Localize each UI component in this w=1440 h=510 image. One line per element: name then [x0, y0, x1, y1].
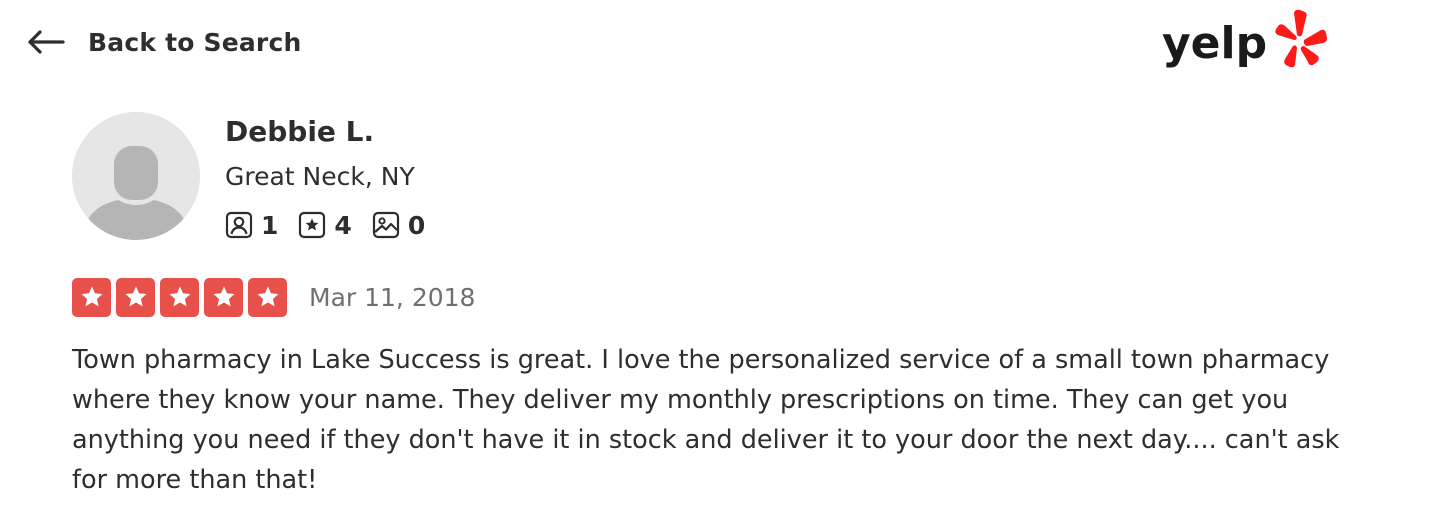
star-icon [72, 277, 111, 317]
reviewer-card: Debbie L. Great Neck, NY 1 4 0 [72, 112, 772, 252]
back-to-search-link[interactable]: Back to Search [28, 22, 301, 62]
rating-row: Mar 11, 2018 [72, 277, 475, 317]
reviewer-stats: 1 4 0 [225, 208, 445, 242]
top-bar: Back to Search yelp [0, 0, 1440, 85]
back-to-search-label: Back to Search [88, 27, 302, 57]
yelp-logo[interactable]: yelp [1160, 6, 1330, 70]
photos-count: 0 [407, 210, 426, 240]
default-user-avatar[interactable] [72, 112, 200, 240]
reviewer-name[interactable]: Debbie L. [225, 112, 374, 152]
star-rating [72, 277, 292, 317]
reviews-count: 4 [334, 210, 352, 240]
reviews-stat: 4 [298, 210, 352, 240]
star-icon [116, 277, 155, 317]
left-arrow-icon [28, 30, 66, 54]
yelp-burst-icon [1275, 9, 1327, 68]
star-icon [204, 277, 243, 317]
star-icon [160, 277, 199, 317]
review-text: Town pharmacy in Lake Success is great. … [72, 345, 1340, 495]
friends-stat: 1 [225, 211, 278, 240]
photos-icon [372, 211, 399, 239]
reviewer-location: Great Neck, NY [225, 162, 415, 191]
reviews-icon [299, 211, 326, 239]
friends-icon [225, 211, 253, 239]
star-icon [248, 277, 287, 317]
photos-stat: 0 [372, 211, 425, 240]
logo-wordmark: yelp [1162, 18, 1267, 69]
review-date: Mar 11, 2018 [309, 282, 476, 312]
friends-count: 1 [261, 210, 279, 240]
